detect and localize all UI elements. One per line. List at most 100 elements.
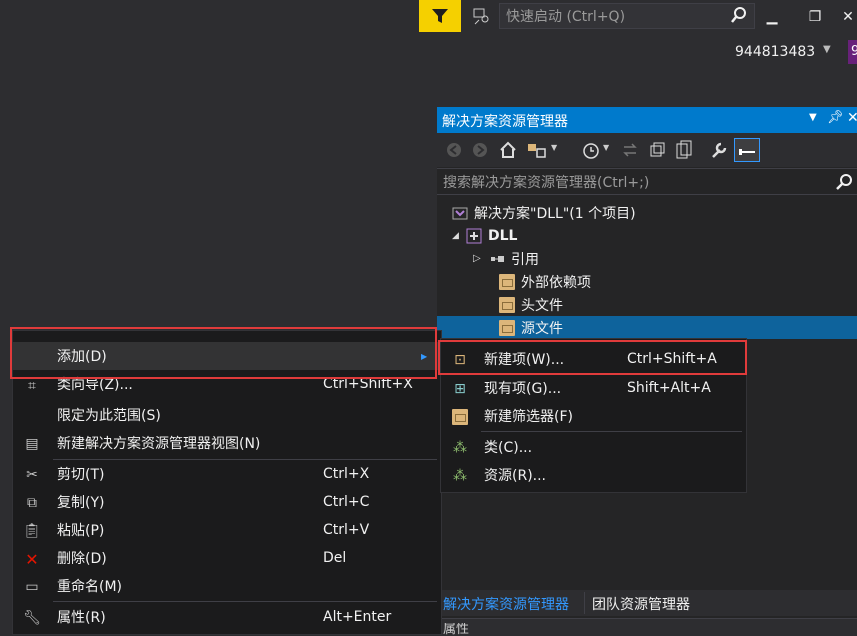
menu-item-label: 类(C)... xyxy=(484,440,533,456)
search-icon[interactable] xyxy=(730,6,748,26)
menu-item-label: 剪切(T) xyxy=(57,467,105,483)
menu-item-shortcut: Shift+Alt+A xyxy=(627,380,711,396)
tree-node-source-files[interactable]: 源文件 xyxy=(437,316,857,339)
wrench-icon[interactable] xyxy=(710,141,728,159)
properties-panel-edge: 属性 xyxy=(437,618,857,636)
menu-item-label: 复制(Y) xyxy=(57,495,105,511)
tab-solution-explorer[interactable]: 解决方案资源管理器 xyxy=(443,594,569,614)
tree-node-references[interactable]: ▷ 引用 xyxy=(437,247,857,270)
close-icon: ✕ xyxy=(842,9,854,25)
solution-explorer-toolbar: ▼ ▼ xyxy=(437,133,857,167)
menu-item-label: 限定为此范围(S) xyxy=(57,408,161,424)
menu-item-shortcut: Del xyxy=(323,550,347,566)
quick-launch-input[interactable] xyxy=(500,4,728,30)
new-filter-folder-icon xyxy=(451,408,469,426)
pending-changes-icon[interactable] xyxy=(582,141,600,159)
tree-label: 外部依赖项 xyxy=(521,274,591,291)
menu-item-new-explorer-view[interactable]: ▤ 新建解决方案资源管理器视图(N) xyxy=(13,429,441,457)
tree-node-solution[interactable]: 解决方案"DLL"(1 个项目) xyxy=(437,201,857,224)
user-avatar-badge[interactable]: 9 xyxy=(848,40,857,64)
menu-item-shortcut: Alt+Enter xyxy=(323,609,392,625)
feedback-button[interactable] xyxy=(468,4,494,28)
folder-icon xyxy=(499,319,515,336)
menu-item-label: 删除(D) xyxy=(57,551,107,567)
minimize-button[interactable]: ▁ xyxy=(757,6,787,28)
tab-divider xyxy=(584,592,585,614)
rename-icon: ▭ xyxy=(25,579,39,595)
collapsed-arrow-icon[interactable]: ▷ xyxy=(473,253,489,264)
tree-node-project[interactable]: ◢ DLL xyxy=(437,224,857,247)
menu-item-rename[interactable]: ▭ 重命名(M) xyxy=(13,572,441,600)
new-view-icon: ▤ xyxy=(25,436,39,452)
menu-item-paste[interactable]: 📋︎ 粘贴(P) Ctrl+V xyxy=(13,516,441,544)
menu-item-shortcut: Ctrl+X xyxy=(323,466,370,482)
search-icon[interactable] xyxy=(835,173,853,191)
dropdown-icon[interactable]: ▼ xyxy=(809,112,817,123)
tree-label: 引用 xyxy=(511,251,539,268)
menu-item-label: 重命名(M) xyxy=(57,579,123,595)
menu-item-label: 粘贴(P) xyxy=(57,523,105,539)
expanded-arrow-icon[interactable]: ◢ xyxy=(452,231,466,241)
chevron-down-icon[interactable]: ▼ xyxy=(603,143,609,152)
menu-item-scope-to-this[interactable]: 限定为此范围(S) xyxy=(13,401,441,429)
menu-separator xyxy=(53,601,437,602)
preview-icon xyxy=(739,149,755,155)
tree-node-header-files[interactable]: 头文件 xyxy=(437,293,857,316)
tab-team-explorer[interactable]: 团队资源管理器 xyxy=(592,594,690,614)
menu-item-cut[interactable]: ✂ 剪切(T) Ctrl+X xyxy=(13,460,441,488)
tree-label: 解决方案"DLL"(1 个项目) xyxy=(474,205,636,222)
submenu-item-resource[interactable]: ⁂ 资源(R)... xyxy=(441,461,746,489)
menu-item-copy[interactable]: ⧉ 复制(Y) Ctrl+C xyxy=(13,488,441,516)
close-button[interactable]: ✕ xyxy=(838,6,857,28)
menu-item-label: 属性(R) xyxy=(57,610,106,626)
menu-item-delete[interactable]: ✕ 删除(D) Del xyxy=(13,544,441,572)
show-all-files-icon[interactable] xyxy=(675,140,693,160)
explorer-tab-strip: 解决方案资源管理器 团队资源管理器 xyxy=(437,590,857,616)
solution-explorer-titlebar: 解决方案资源管理器 ▼ 📌︎ ✕ xyxy=(437,107,857,133)
solution-search-input[interactable] xyxy=(437,169,825,196)
wrench-icon: 🔧︎ xyxy=(23,610,41,626)
pin-icon[interactable]: 📌︎ xyxy=(827,110,844,125)
switch-views-icon[interactable] xyxy=(527,141,547,159)
references-icon xyxy=(491,255,504,262)
chevron-down-icon[interactable]: ▼ xyxy=(823,44,831,55)
tree-label: 源文件 xyxy=(521,320,563,337)
tree-node-external-deps[interactable]: 外部依赖项 xyxy=(437,270,857,293)
user-account-name[interactable]: 944813483 xyxy=(735,44,815,60)
class-icon: ⁂ xyxy=(453,440,467,456)
restore-icon: ❐ xyxy=(808,9,822,25)
restore-button[interactable]: ❐ xyxy=(800,6,830,28)
class-wizard-icon: ⌗ xyxy=(28,378,36,394)
resource-icon: ⁂ xyxy=(453,468,467,484)
filter-button[interactable] xyxy=(419,0,461,32)
highlight-box-new-item xyxy=(438,340,747,375)
menu-item-shortcut: Ctrl+V xyxy=(323,522,370,538)
menu-separator xyxy=(481,431,742,432)
menu-item-properties[interactable]: 🔧︎ 属性(R) Alt+Enter xyxy=(13,603,441,631)
delete-icon: ✕ xyxy=(25,549,39,569)
panel-title: 解决方案资源管理器 xyxy=(442,114,568,130)
tree-label: 头文件 xyxy=(521,297,563,314)
copy-icon: ⧉ xyxy=(27,495,37,511)
submenu-item-existing-item[interactable]: ⊞ 现有项(G)... Shift+Alt+A xyxy=(441,374,746,402)
menu-item-label: 资源(R)... xyxy=(484,468,547,484)
submenu-item-new-filter[interactable]: 新建筛选器(F) xyxy=(441,402,746,430)
back-icon[interactable] xyxy=(446,142,462,158)
quick-launch-box[interactable] xyxy=(499,3,755,30)
paste-icon: 📋︎ xyxy=(23,523,41,539)
preview-selected-button[interactable] xyxy=(734,138,760,162)
menu-item-label: 新建解决方案资源管理器视图(N) xyxy=(57,436,261,452)
chevron-down-icon[interactable]: ▼ xyxy=(551,143,557,152)
close-icon[interactable]: ✕ xyxy=(847,110,857,126)
folder-icon xyxy=(499,273,515,290)
scissors-icon: ✂ xyxy=(26,467,38,483)
properties-title: 属性 xyxy=(443,623,470,636)
submenu-item-class[interactable]: ⁂ 类(C)... xyxy=(441,433,746,461)
collapse-all-icon[interactable] xyxy=(649,141,667,159)
sync-icon[interactable] xyxy=(621,141,639,159)
home-icon[interactable] xyxy=(499,141,517,159)
filter-icon xyxy=(432,9,448,23)
forward-icon[interactable] xyxy=(472,142,488,158)
solution-explorer-search[interactable] xyxy=(437,168,857,196)
folder-icon xyxy=(499,296,515,313)
